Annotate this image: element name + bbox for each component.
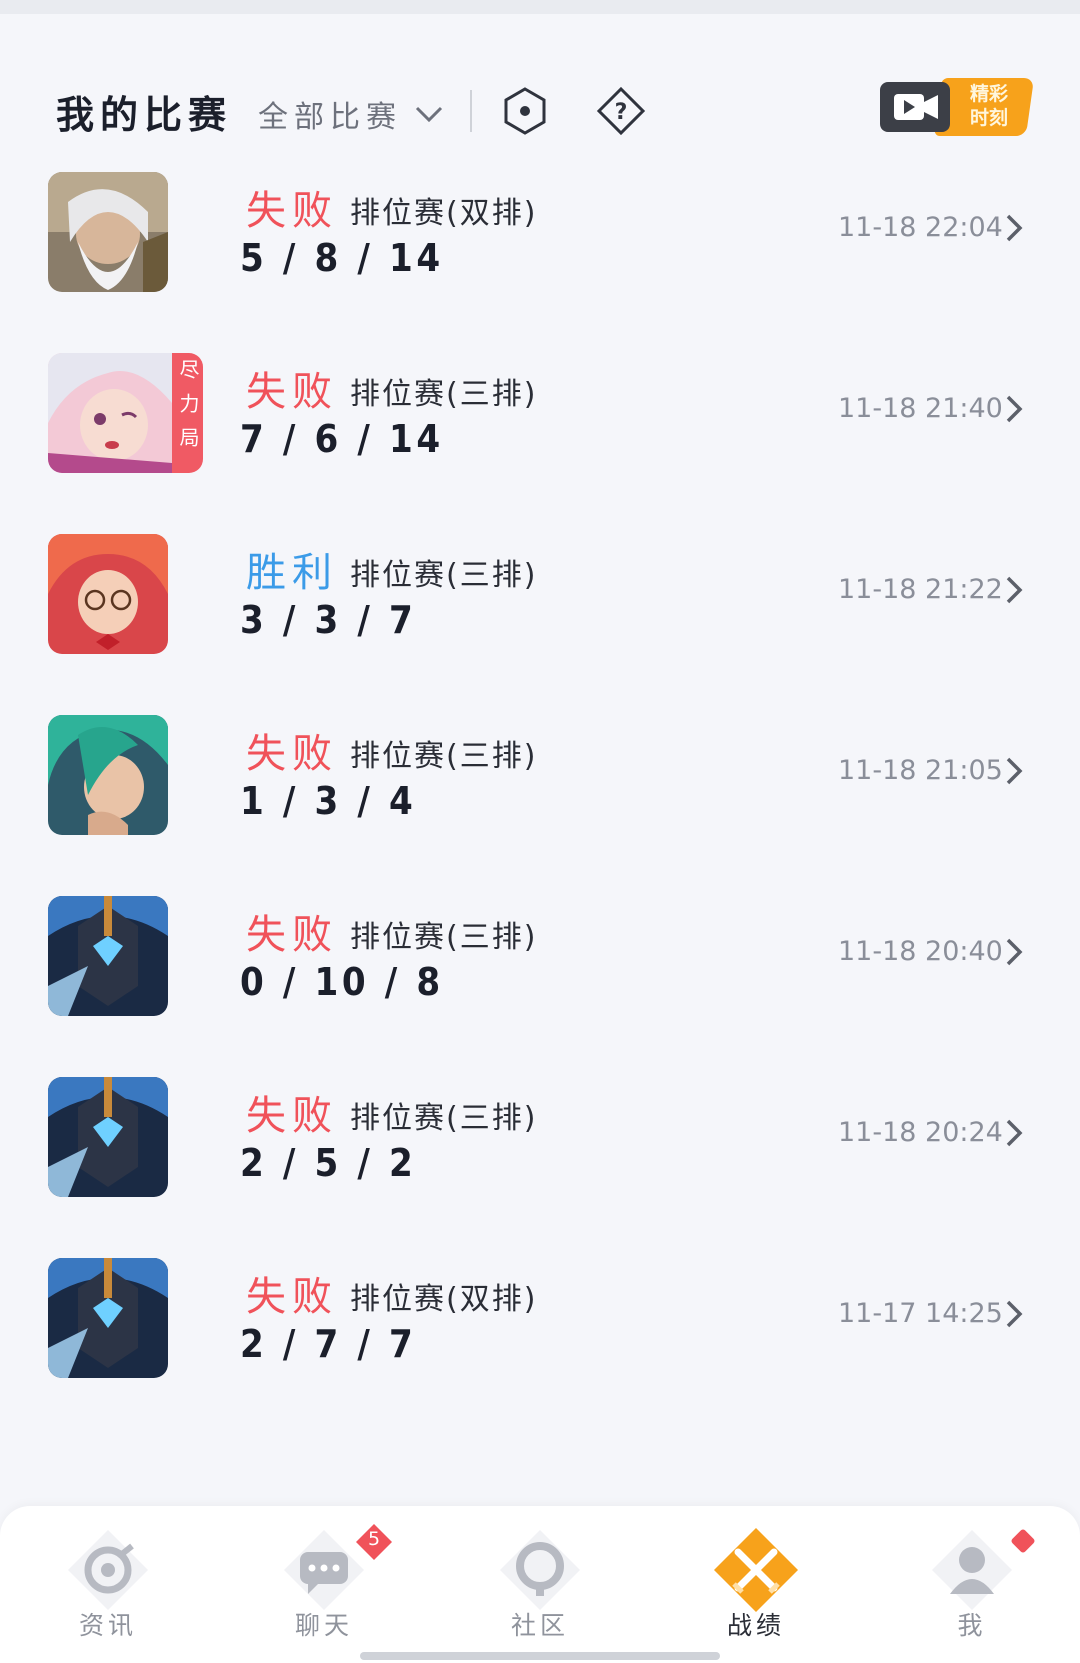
match-time: 11-18 21:05 (838, 755, 1003, 786)
highlight-label-line1: 精彩 (969, 83, 1008, 105)
highlight-label-line2: 时刻 (969, 107, 1008, 129)
svg-text:?: ? (615, 100, 628, 125)
best-effort-tag: 尽力局 (172, 353, 203, 473)
chevron-right-icon (1006, 395, 1023, 423)
profile-icon (932, 1530, 1012, 1610)
community-icon (500, 1530, 580, 1610)
hero-avatar (48, 1077, 168, 1197)
match-kda: 0 / 10 / 8 (240, 960, 444, 1004)
match-mode: 排位赛(三排) (350, 558, 538, 593)
home-indicator[interactable] (360, 1652, 720, 1660)
match-row[interactable]: 胜利 排位赛(三排) 3 / 3 / 7 11-18 21:22 (0, 530, 1080, 680)
tab-chat[interactable]: 5 聊天 (216, 1506, 432, 1640)
match-result: 胜利 (246, 550, 338, 596)
match-time: 11-18 22:04 (838, 212, 1003, 243)
match-row[interactable]: 失败 排位赛(双排) 5 / 8 / 14 11-18 22:04 (0, 168, 1080, 318)
match-row[interactable]: 失败 排位赛(三排) 0 / 10 / 8 11-18 20:40 (0, 892, 1080, 1042)
hero-avatar (48, 172, 168, 292)
hero-avatar (48, 534, 168, 654)
match-kda: 1 / 3 / 4 (240, 779, 417, 823)
chevron-right-icon (1006, 757, 1023, 785)
match-time: 11-18 21:22 (838, 574, 1003, 605)
tab-label: 聊天 (294, 1611, 353, 1640)
match-filter-dropdown[interactable]: 全部比赛 (258, 92, 446, 136)
news-icon (68, 1530, 148, 1610)
match-mode: 排位赛(三排) (350, 739, 538, 774)
chevron-right-icon (1006, 214, 1023, 242)
match-mode: 排位赛(三排) (350, 377, 538, 412)
match-kda: 2 / 7 / 7 (240, 1322, 417, 1366)
match-row[interactable]: 失败 排位赛(三排) 1 / 3 / 4 11-18 21:05 (0, 711, 1080, 861)
match-result: 失败 (246, 731, 338, 777)
hero-avatar: 尽力局 (48, 353, 203, 473)
match-result: 失败 (246, 1093, 338, 1139)
chevron-right-icon (1006, 1119, 1023, 1147)
match-time: 11-17 14:25 (838, 1298, 1003, 1329)
tab-label: 社区 (510, 1611, 569, 1640)
tab-me[interactable]: 我 (864, 1506, 1080, 1640)
match-kda: 3 / 3 / 7 (240, 598, 417, 642)
match-row[interactable]: 失败 排位赛(双排) 2 / 7 / 7 11-17 14:25 (0, 1254, 1080, 1404)
chat-unread-badge: 5 (356, 1524, 392, 1560)
page-title: 我的比赛 (56, 93, 233, 137)
match-kda: 7 / 6 / 14 (240, 417, 444, 461)
match-kda: 5 / 8 / 14 (240, 236, 444, 280)
match-kda: 2 / 5 / 2 (240, 1141, 417, 1185)
filter-label: 全部比赛 (258, 100, 402, 135)
chevron-right-icon (1006, 938, 1023, 966)
video-camera-icon (880, 82, 950, 132)
tab-news[interactable]: 资讯 (0, 1506, 216, 1640)
status-strip (0, 0, 1080, 14)
chevron-right-icon (1006, 1300, 1023, 1328)
match-result: 失败 (246, 369, 338, 415)
hero-avatar (48, 896, 168, 1016)
tab-label: 资讯 (78, 1611, 137, 1640)
best-effort-tag-text: 尽力局 (176, 359, 200, 461)
chevron-right-icon (1006, 576, 1023, 604)
match-row[interactable]: 尽力局 失败 排位赛(三排) 7 / 6 / 14 11-18 21:40 (0, 349, 1080, 499)
hero-avatar (48, 715, 168, 835)
match-mode: 排位赛(双排) (350, 1282, 538, 1317)
chevron-down-icon (415, 106, 443, 123)
battle-record-icon (714, 1528, 798, 1612)
match-result: 失败 (246, 188, 338, 234)
header-divider (470, 90, 472, 132)
match-time: 11-18 21:40 (838, 393, 1003, 424)
header: 我的比赛 全部比赛 ? 精彩 时刻 (0, 70, 1080, 152)
hero-avatar (48, 1258, 168, 1378)
match-mode: 排位赛(三排) (350, 920, 538, 955)
match-time: 11-18 20:40 (838, 936, 1003, 967)
tab-label: 战绩 (726, 1611, 785, 1640)
chat-unread-count: 5 (367, 1528, 381, 1550)
settings-hexagon-icon[interactable] (500, 86, 550, 136)
match-result: 失败 (246, 1274, 338, 1320)
highlight-moments-button[interactable]: 精彩 时刻 (880, 78, 1035, 140)
match-mode: 排位赛(双排) (350, 196, 538, 231)
match-mode: 排位赛(三排) (350, 1101, 538, 1136)
help-icon[interactable]: ? (596, 86, 646, 136)
tab-community[interactable]: 社区 (432, 1506, 648, 1640)
match-row[interactable]: 失败 排位赛(三排) 2 / 5 / 2 11-18 20:24 (0, 1073, 1080, 1223)
match-result: 失败 (246, 912, 338, 958)
tab-label: 我 (957, 1611, 987, 1640)
match-time: 11-18 20:24 (838, 1117, 1003, 1148)
bottom-tab-bar: 资讯 5 聊天 社区 战绩 我 (0, 1506, 1080, 1663)
tab-battle-record[interactable]: 战绩 (648, 1506, 864, 1640)
